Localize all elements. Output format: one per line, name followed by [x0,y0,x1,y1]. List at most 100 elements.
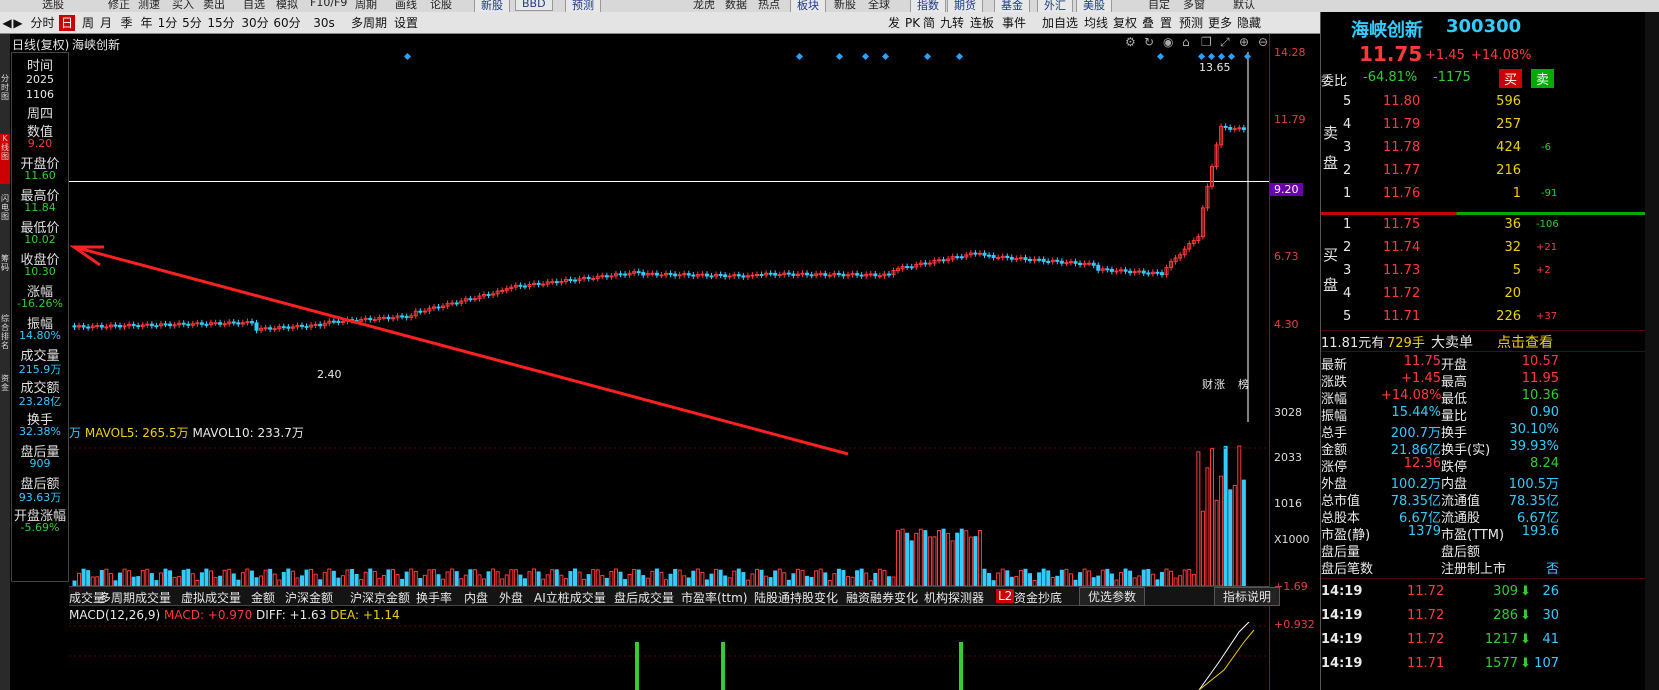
period-tab[interactable]: 30分 [240,15,270,31]
toolbar-right-item[interactable]: 复权 [1113,15,1137,31]
bid-price[interactable]: 11.72 [1383,286,1420,301]
indicator-tab[interactable]: 陆股通持股变化 [754,589,838,606]
period-tab[interactable]: 月 [97,15,115,31]
toolbar-right-item[interactable]: 发 [888,15,900,31]
indicator-tab[interactable]: 内盘 [464,589,488,606]
indicator-tab[interactable]: 多周期成交量 [99,589,171,606]
toolbar-right-item[interactable]: 均线 [1084,15,1108,31]
ask-price[interactable]: 11.79 [1383,117,1420,132]
indicator-tab[interactable]: 融资融券变化 [846,589,918,606]
period-tab[interactable]: 年 [137,15,156,31]
event-marker-icon[interactable] [1217,52,1226,61]
topbar-item[interactable]: 测速 [138,0,160,12]
topbar-item[interactable]: 模拟 [276,0,298,12]
topbar-item[interactable]: 买入 [172,0,194,12]
topbar-item[interactable]: 龙虎 [693,0,715,12]
toolbar-right-item[interactable]: 预测 [1179,15,1203,31]
event-marker-icon[interactable] [1227,52,1236,61]
period-tab[interactable]: 日 [59,15,75,31]
topbar-item[interactable]: 新股 [474,0,510,12]
indicator-tab[interactable]: 外盘 [499,589,523,606]
ask-price[interactable]: 11.80 [1383,94,1420,109]
period-tab[interactable]: 15分 [205,15,237,31]
topbar-item[interactable]: 画线 [395,0,417,12]
indicator-tab[interactable]: 换手率 [416,589,452,606]
period-tab[interactable]: 多周期 [347,15,391,31]
event-marker-icon[interactable] [1243,52,1252,61]
toolbar-right-item[interactable]: 事件 [1002,15,1026,31]
left-strip-tab[interactable]: K线图 [0,134,10,184]
topbar-item[interactable]: 外汇 [1037,0,1073,12]
minus-icon[interactable]: ⊖ [1258,35,1268,49]
indicator-tab[interactable]: AI立桩成交量 [534,589,606,606]
indicator-tab[interactable]: 沪深京金额 [350,589,410,606]
toolbar-right-item[interactable]: 叠 [1142,15,1154,31]
bid-price[interactable]: 11.73 [1383,263,1420,278]
event-marker-icon[interactable] [861,52,870,61]
indicator-tab[interactable]: 优选参数 [1079,587,1146,606]
topbar-item[interactable]: 自选 [243,0,265,12]
gear-icon[interactable]: ⚙ [1125,35,1136,49]
period-tab[interactable]: 5分 [181,15,203,31]
toolbar-right-item[interactable]: 九转 [940,15,964,31]
toolbar-right-item[interactable]: 置 [1160,15,1172,31]
period-tab[interactable]: 1分 [157,15,178,31]
period-tab[interactable]: 60分 [272,15,302,31]
left-strip-tab[interactable]: 分时图 [0,74,10,124]
bid-price[interactable]: 11.75 [1383,217,1420,232]
topbar-item[interactable]: 选股 [42,0,64,12]
nav-forward-icon[interactable]: ▶ [13,15,23,31]
event-marker-icon[interactable] [795,52,804,61]
indicator-tab[interactable]: L2 [996,589,1015,603]
topbar-item[interactable]: 美股 [1076,0,1112,12]
sell-button[interactable]: 卖 [1531,69,1555,88]
ask-price[interactable]: 11.76 [1383,186,1420,201]
expand-icon[interactable]: ⤢ [1220,35,1230,50]
bid-price[interactable]: 11.71 [1383,309,1420,324]
left-strip-tab[interactable]: 闪电图 [0,194,10,244]
period-tab[interactable]: 30s [305,15,343,31]
topbar-item[interactable]: 热点 [758,0,780,12]
topbar-item[interactable]: 卖出 [203,0,225,12]
toolbar-right-item[interactable]: 连板 [970,15,994,31]
ask-price[interactable]: 11.78 [1383,140,1420,155]
left-strip-tab[interactable]: 综合排名 [0,314,10,364]
big-order-link[interactable]: 点击查看 [1497,332,1553,352]
period-tab[interactable]: 季 [117,15,136,31]
event-marker-icon[interactable] [1197,52,1206,61]
buy-button[interactable]: 买 [1499,69,1523,88]
topbar-item[interactable]: 预测 [565,0,601,12]
chart-mode[interactable]: 日线(复权) [12,36,69,53]
topbar-item[interactable]: 板块 [790,0,826,12]
period-tab[interactable]: 设置 [391,15,421,31]
plus-icon[interactable]: ⊕ [1239,35,1249,49]
lock-icon[interactable]: ⌂ [1182,35,1190,49]
topbar-item[interactable]: 基金 [994,0,1030,12]
nav-back-icon[interactable]: ◀ [2,15,12,31]
event-marker-icon[interactable] [1207,52,1216,61]
topbar-item[interactable]: 修正 [108,0,130,12]
copy-icon[interactable]: ❐ [1201,35,1212,49]
topbar-item[interactable]: 周期 [355,0,377,12]
topbar-item[interactable]: 多窗 [1183,0,1205,12]
topbar-item[interactable]: 期货 [947,0,983,12]
toolbar-right-item[interactable]: PK [905,15,920,31]
period-tab[interactable]: 分时 [26,15,59,31]
topbar-item[interactable]: 默认 [1233,0,1255,12]
indicator-tab[interactable]: 资金抄底 [1014,589,1062,606]
topbar-item[interactable]: 自定 [1148,0,1170,12]
event-label[interactable]: 涨 [1214,378,1225,391]
eye-icon[interactable]: ◉ [1163,35,1173,49]
toolbar-right-item[interactable]: 更多 [1208,15,1232,31]
event-label[interactable]: 财 [1202,377,1213,391]
event-marker-icon[interactable] [955,52,964,61]
volume-chart[interactable] [69,438,1269,586]
refresh-icon[interactable]: ↻ [1144,35,1154,49]
indicator-tab[interactable]: 指标说明 [1214,587,1281,606]
event-marker-icon[interactable] [403,52,412,61]
topbar-item[interactable]: 新股 [834,0,856,12]
indicator-tab[interactable]: 金额 [251,589,275,606]
period-tab[interactable]: 周 [80,15,96,31]
indicator-tab[interactable]: 沪深金额 [285,589,333,606]
topbar-item[interactable]: F10/F9 [310,0,347,9]
